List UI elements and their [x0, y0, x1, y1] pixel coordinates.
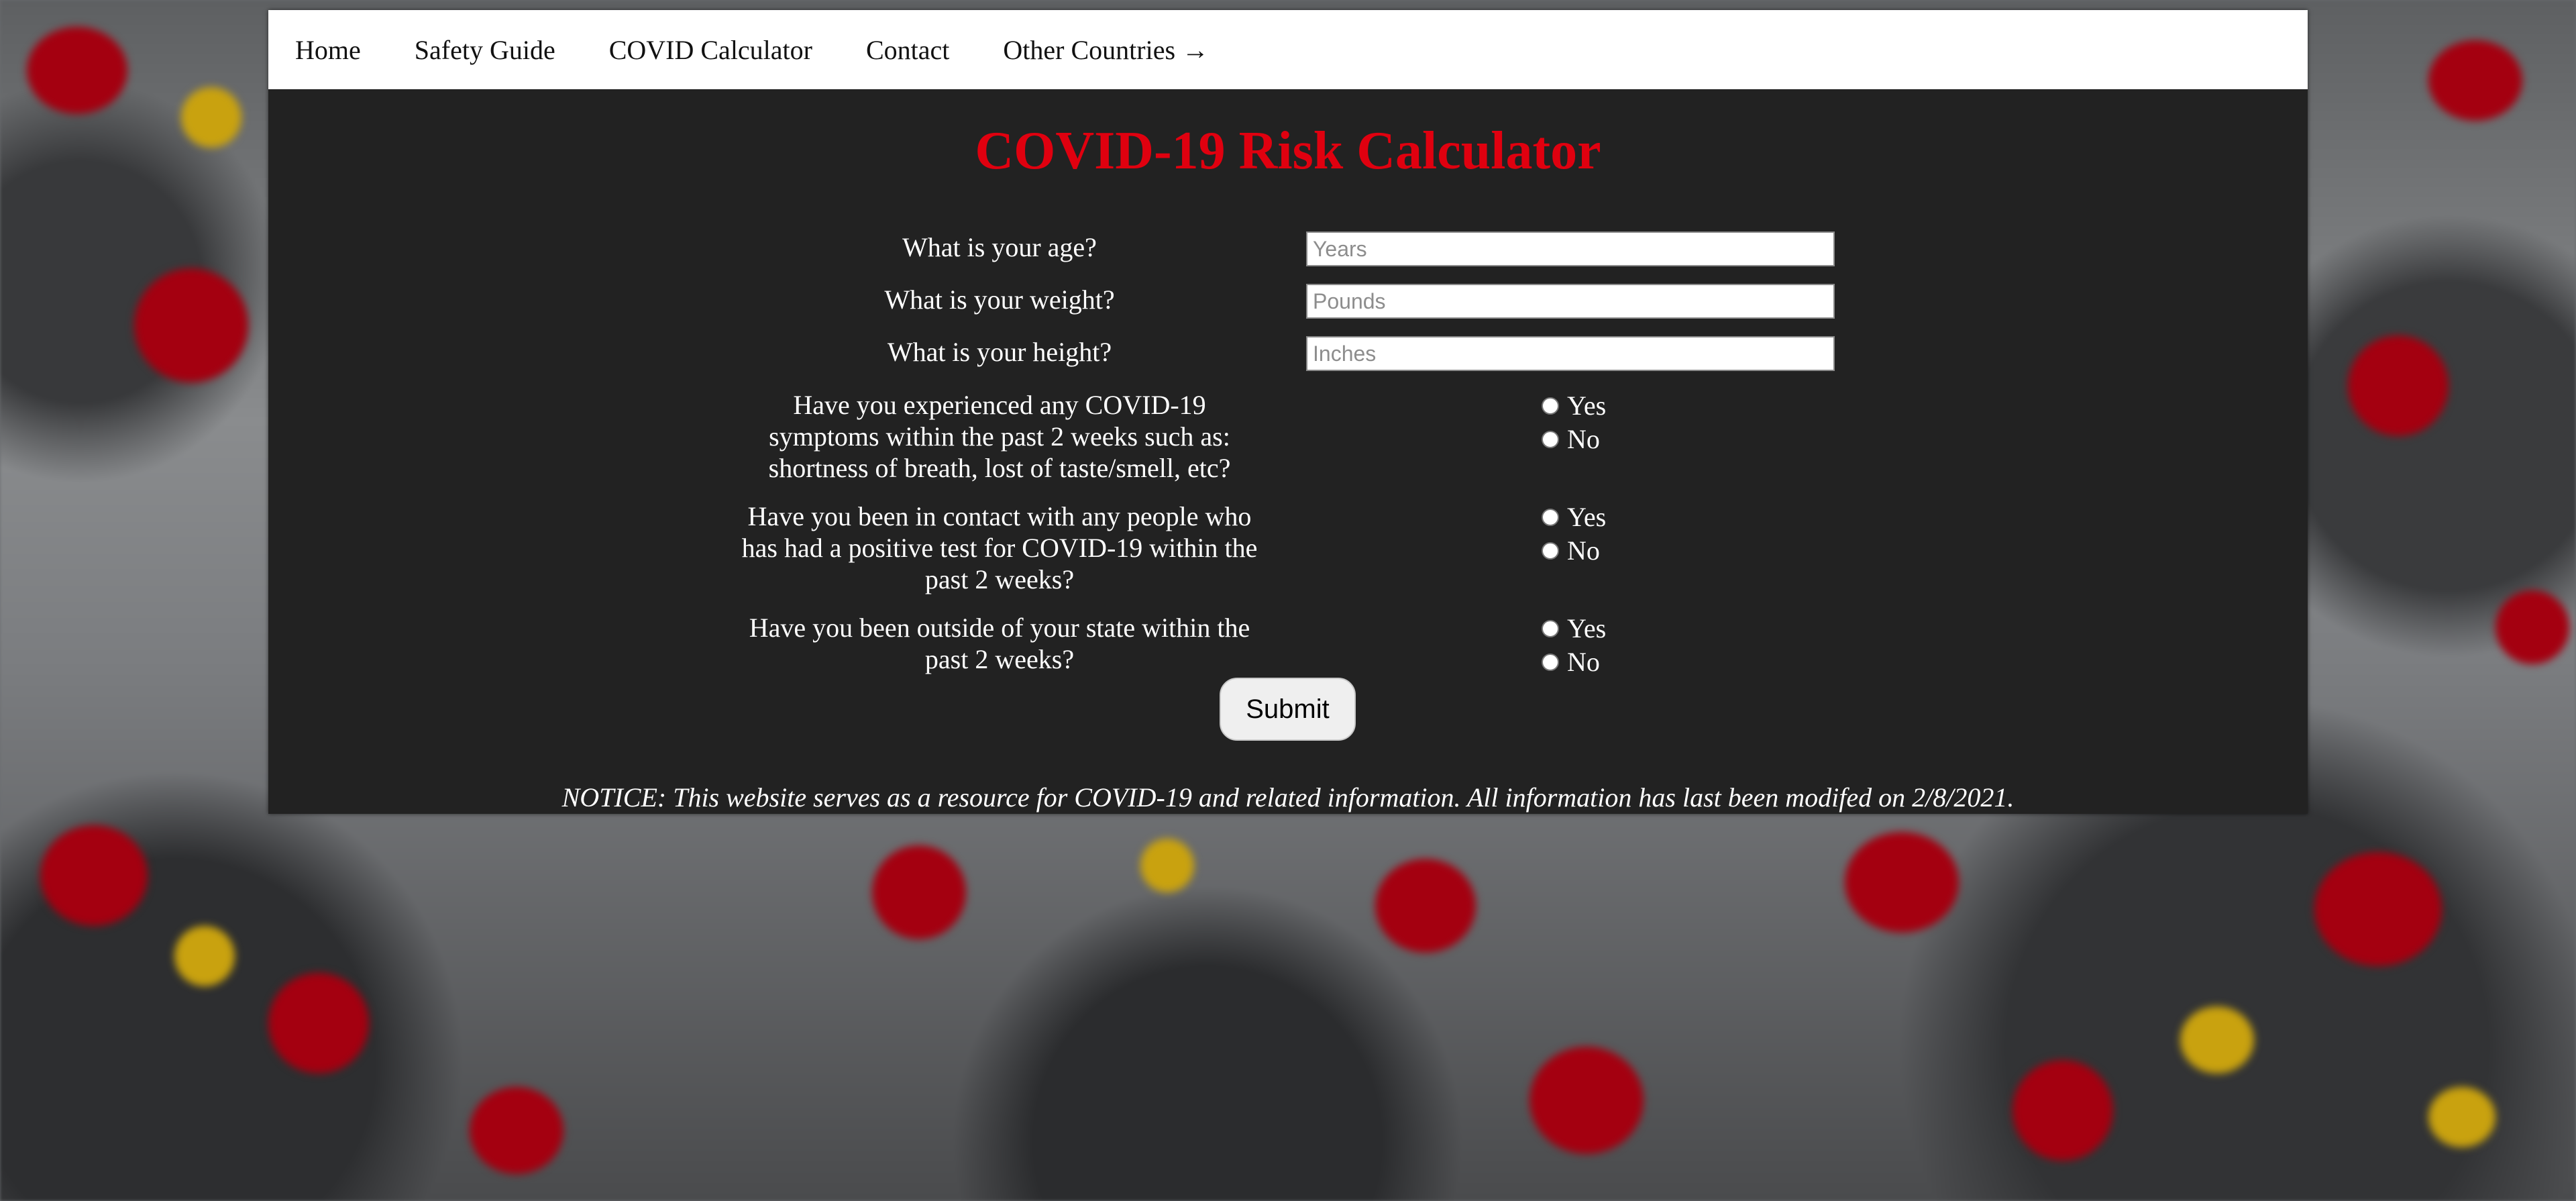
- symptoms-yes-option[interactable]: Yes: [1542, 390, 1606, 421]
- symptoms-question: Have you experienced any COVID-19 sympto…: [731, 389, 1268, 484]
- travel-question-line: Have you been outside of your state with…: [749, 613, 1250, 643]
- background-decoration: [1140, 839, 1194, 892]
- background-decoration: [2496, 590, 2569, 664]
- background-decoration: [2348, 335, 2449, 436]
- navbar: Home Safety Guide COVID Calculator Conta…: [268, 10, 2308, 89]
- symptoms-yes-radio[interactable]: [1542, 397, 1559, 415]
- travel-yes-radio[interactable]: [1542, 619, 1559, 637]
- travel-question: Have you been outside of your state with…: [731, 612, 1268, 675]
- symptoms-no-radio[interactable]: [1542, 430, 1559, 448]
- notice-text: NOTICE: This website serves as a resourc…: [561, 782, 2015, 813]
- travel-yes-option[interactable]: Yes: [1542, 613, 1606, 644]
- symptoms-question-line: shortness of breath, lost of taste/smell…: [768, 453, 1231, 483]
- main-panel: Home Safety Guide COVID Calculator Conta…: [268, 10, 2308, 814]
- background-decoration: [2180, 1006, 2254, 1074]
- weight-input[interactable]: [1306, 284, 1835, 319]
- contact-question: Have you been in contact with any people…: [731, 501, 1268, 595]
- background-decoration: [1529, 1047, 1644, 1154]
- contact-yes-label: Yes: [1567, 502, 1607, 532]
- nav-covid-calculator[interactable]: COVID Calculator: [609, 34, 812, 66]
- nav-home[interactable]: Home: [295, 34, 361, 66]
- background-decoration: [872, 845, 966, 939]
- age-input[interactable]: [1306, 231, 1835, 266]
- background-decoration: [27, 27, 127, 114]
- nav-other-countries[interactable]: Other Countries →: [1003, 34, 1209, 66]
- contact-question-line: past 2 weeks?: [924, 564, 1075, 594]
- background-decoration: [134, 268, 248, 382]
- submit-button[interactable]: Submit: [1220, 678, 1356, 741]
- background-decoration: [2428, 1087, 2496, 1147]
- height-label: What is your height?: [887, 337, 1112, 367]
- background-decoration: [268, 973, 369, 1074]
- symptoms-question-line: symptoms within the past 2 weeks such as…: [769, 421, 1230, 452]
- travel-no-radio[interactable]: [1542, 653, 1559, 671]
- symptoms-yes-label: Yes: [1567, 390, 1607, 421]
- background-decoration: [470, 1087, 564, 1174]
- contact-no-label: No: [1567, 535, 1600, 566]
- travel-yes-label: Yes: [1567, 613, 1607, 643]
- background-decoration: [2012, 1060, 2113, 1161]
- weight-label: What is your weight?: [884, 284, 1115, 315]
- height-input[interactable]: [1306, 336, 1835, 371]
- travel-question-line: past 2 weeks?: [924, 644, 1075, 674]
- page-title: COVID-19 Risk Calculator: [975, 121, 1601, 180]
- contact-no-radio[interactable]: [1542, 541, 1559, 560]
- travel-no-option[interactable]: No: [1542, 646, 1600, 678]
- background-decoration: [174, 926, 235, 986]
- contact-no-option[interactable]: No: [1542, 535, 1600, 566]
- symptoms-no-label: No: [1567, 424, 1600, 454]
- contact-yes-radio[interactable]: [1542, 508, 1559, 526]
- background-decoration: [40, 825, 148, 926]
- symptoms-question-line: Have you experienced any COVID-19: [793, 390, 1206, 420]
- age-label: What is your age?: [902, 232, 1097, 262]
- background-decoration: [181, 87, 241, 148]
- contact-yes-option[interactable]: Yes: [1542, 501, 1606, 533]
- background-decoration: [1845, 832, 1959, 933]
- symptoms-no-option[interactable]: No: [1542, 423, 1600, 455]
- background-decoration: [1375, 859, 1476, 953]
- background-decoration: [2428, 40, 2522, 121]
- contact-question-line: has had a positive test for COVID-19 wit…: [741, 533, 1258, 563]
- contact-question-line: Have you been in contact with any people…: [747, 501, 1252, 531]
- nav-contact[interactable]: Contact: [866, 34, 949, 66]
- background-decoration: [2314, 852, 2442, 966]
- travel-no-label: No: [1567, 647, 1600, 677]
- nav-safety-guide[interactable]: Safety Guide: [415, 34, 555, 66]
